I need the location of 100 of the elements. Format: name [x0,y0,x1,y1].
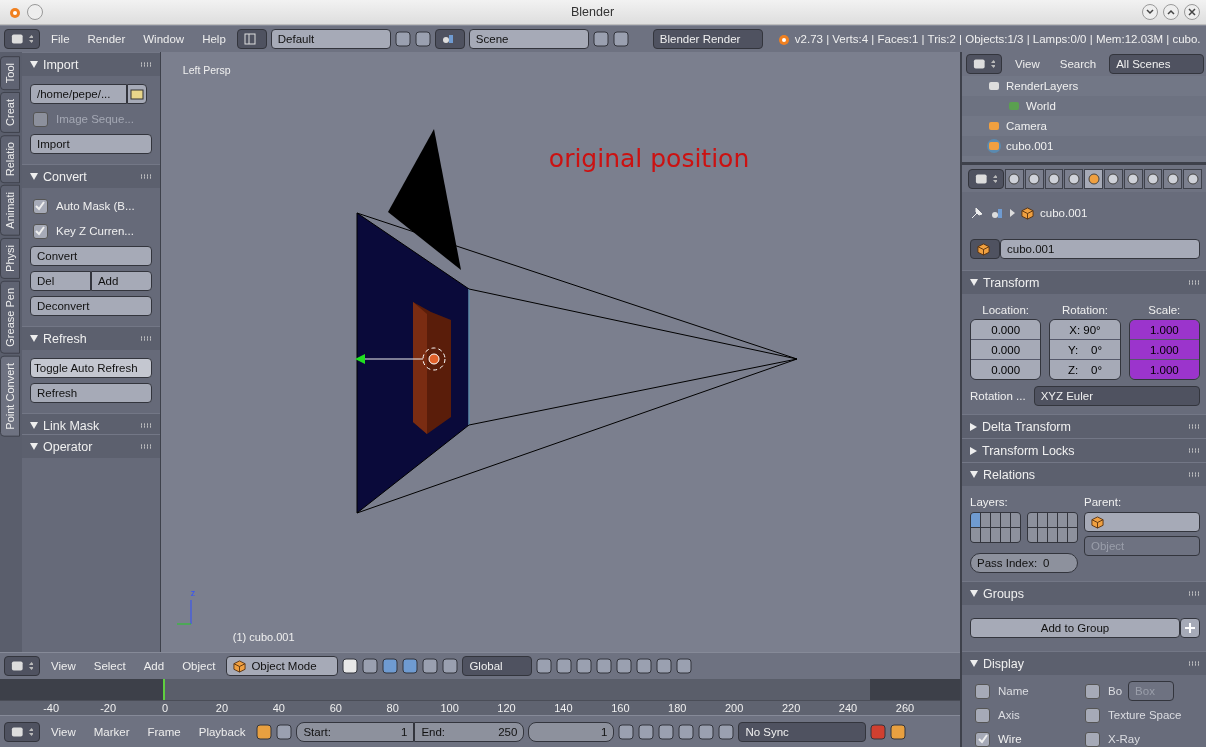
end-frame-field[interactable]: End: 250 [414,721,525,742]
menu-item[interactable]: View [44,721,83,742]
panel-header[interactable]: Refresh [22,326,160,350]
number-field[interactable]: X: 90° [1050,320,1120,339]
scene-field[interactable]: Scene [468,29,589,49]
menu-item[interactable]: Select [86,656,133,676]
panel-header[interactable]: Groups [962,581,1206,605]
folder-button[interactable] [127,84,147,104]
file-path-field[interactable]: /home/pepe/... [30,84,127,104]
render-tab[interactable] [1005,168,1024,189]
editor-type-button[interactable] [4,656,40,676]
timeline-track[interactable] [0,679,960,700]
object-name-field[interactable]: cubo.001 [1000,239,1200,259]
constraints-tab[interactable] [1104,168,1123,189]
object-tab[interactable] [1084,168,1103,189]
number-field[interactable]: 1.000 [1129,320,1199,339]
layers-tab[interactable] [1024,168,1044,189]
3d-viewport[interactable]: Left Persp original position z (1) cubo.001 [160,52,960,652]
orientation-dropdown[interactable]: Global [462,656,533,676]
mode-dropdown[interactable]: Object Mode [226,656,339,676]
panel-header[interactable]: Operator [22,434,160,458]
add-to-group-button[interactable]: Add to Group [970,618,1180,638]
start-frame-field[interactable]: Start: 1 [296,721,415,742]
number-field[interactable]: 1.000 [1129,359,1199,379]
tool-shelf-tab[interactable]: Relatio [0,135,20,184]
panel-button[interactable]: Del [30,271,91,291]
editor-type-button[interactable] [4,721,40,742]
menu-item[interactable]: View [1008,54,1047,74]
sync-dropdown[interactable]: No Sync [738,721,867,742]
tool-shelf-tab[interactable]: Grease Pen [0,280,20,354]
panel-header[interactable]: Convert [22,164,160,188]
layout-type-button[interactable] [236,29,267,49]
menu-item[interactable]: Marker [86,721,137,742]
panel-button[interactable]: Deconvert [30,296,152,316]
rotation-mode-dropdown[interactable]: XYZ Euler [1033,386,1200,406]
checkbox[interactable]: Texture Space [1082,705,1182,725]
material-tab[interactable] [1163,168,1183,189]
menu-item[interactable]: View [44,656,83,676]
editor-type-button[interactable] [966,54,1002,74]
panel-button[interactable]: Import [30,134,152,154]
data-tab[interactable] [1143,168,1163,189]
panel-button[interactable]: Refresh [30,383,152,403]
outliner-row[interactable]: cubo.001 [962,136,1206,156]
checkbox[interactable]: Name [972,681,1029,701]
render-engine-dropdown[interactable]: Blender Render [652,29,763,49]
pass-index-field[interactable]: Pass Index: 0 [970,553,1078,573]
tool-shelf-tab[interactable]: Point Convert [0,355,20,437]
number-field[interactable]: Y: 0° [1050,339,1120,359]
menu-item[interactable]: File [44,29,77,49]
number-field[interactable]: 0.000 [971,320,1041,339]
menu-item[interactable]: Playback [191,721,253,742]
menu-item[interactable]: Search [1052,54,1104,74]
checkbox[interactable]: Wire [972,729,1022,747]
checkbox[interactable]: Bo [1082,681,1123,701]
menu-item[interactable]: Help [195,29,233,49]
tool-shelf-tab[interactable]: Creat [0,92,20,134]
panel-header[interactable]: Display [962,651,1206,675]
panel-header[interactable]: Delta Transform [962,414,1206,438]
scene-type-button[interactable] [434,29,465,49]
modifiers-tab[interactable] [1123,168,1143,189]
parent-field[interactable] [1084,512,1200,532]
object-type-button[interactable] [970,239,1000,259]
checkbox[interactable]: X-Ray [1082,729,1140,747]
playhead-marker[interactable] [163,679,165,700]
number-field[interactable]: 0.000 [971,339,1041,359]
panel-button[interactable]: Add [90,271,152,291]
panel-header[interactable]: Relations [962,462,1206,486]
tool-shelf-tab[interactable]: Animati [0,185,20,237]
panel-header[interactable]: Import [22,52,160,76]
checkbox[interactable]: Axis [972,705,1020,725]
layer-grid[interactable] [1027,512,1078,543]
layer-grid[interactable] [970,512,1021,543]
number-field[interactable]: 0.000 [971,359,1041,379]
menu-item[interactable]: Render [80,29,133,49]
texture-tab[interactable] [1183,168,1202,189]
scene-tab[interactable] [1044,168,1064,189]
editor-type-button[interactable] [4,29,40,49]
menu-item[interactable]: Add [136,656,172,676]
world-tab[interactable] [1064,168,1084,189]
menu-item[interactable]: Window [136,29,192,49]
editor-type-button[interactable] [968,168,1004,189]
panel-header[interactable]: Link Mask [22,413,160,434]
checkbox[interactable]: Key Z Curren... [30,221,152,241]
add-button[interactable] [1180,618,1200,638]
minimize-button[interactable] [1142,4,1158,20]
toggle-button[interactable]: Toggle Auto Refresh [30,358,152,378]
panel-header[interactable]: Transform Locks [962,438,1206,462]
menu-item[interactable]: Frame [140,721,188,742]
maximize-button[interactable] [1163,4,1179,20]
scene-filter-dropdown[interactable]: All Scenes [1109,54,1204,74]
current-frame-field[interactable]: 1 [528,721,615,742]
number-field[interactable]: 1.000 [1129,339,1199,359]
tool-shelf-tab[interactable]: Physi [0,238,20,279]
tool-shelf-tab[interactable]: Tool [0,56,20,91]
checkbox[interactable]: Auto Mask (B... [30,196,152,216]
close-button[interactable] [1184,4,1200,20]
layout-field[interactable]: Default [270,29,391,49]
panel-header[interactable]: Transform [962,270,1206,294]
number-field[interactable]: Z: 0° [1050,359,1120,379]
menu-item[interactable]: Object [175,656,223,676]
